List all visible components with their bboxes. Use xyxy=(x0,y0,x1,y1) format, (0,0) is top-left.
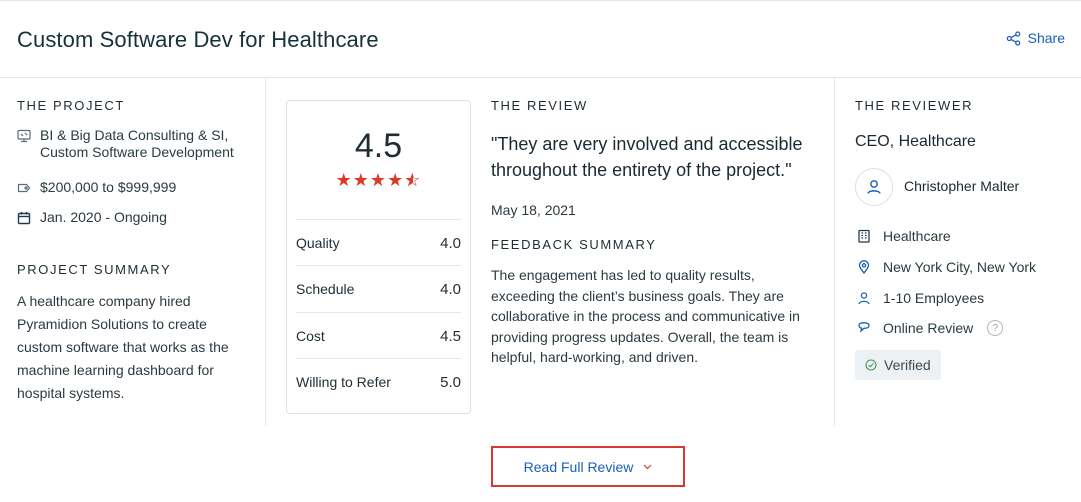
project-services: BI & Big Data Consulting & SI, Custom So… xyxy=(17,127,252,161)
rating-divider xyxy=(296,265,461,266)
project-budget-text: $200,000 to $999,999 xyxy=(40,179,177,195)
review-quote: "They are very involved and accessible t… xyxy=(491,134,803,180)
star-icon: ★ xyxy=(387,170,405,190)
rating-label: Quality xyxy=(296,235,340,251)
verified-label: Verified xyxy=(884,357,931,373)
column-divider xyxy=(834,78,835,426)
rating-value: 4.0 xyxy=(440,235,461,252)
half-star-icon: ☆★ xyxy=(404,170,422,190)
reviewer-column: THE REVIEWER CEO, Healthcare Christopher… xyxy=(855,98,1075,380)
review-header: Custom Software Dev for Healthcare Share xyxy=(0,1,1081,78)
rating-divider xyxy=(296,358,461,359)
project-summary-text: A healthcare company hired Pyramidion So… xyxy=(17,293,229,401)
read-full-review-button[interactable]: Read Full Review xyxy=(491,446,685,487)
reviewer-name: Christopher Malter xyxy=(904,178,1020,194)
reviewer-review-type-text: Online Review xyxy=(883,320,974,336)
review-date: May 18, 2021 xyxy=(491,202,576,218)
reviewer-review-type: Online Review ? xyxy=(857,320,1004,336)
star-icon: ★ xyxy=(352,170,370,190)
rating-label: Schedule xyxy=(296,281,355,297)
share-label: Share xyxy=(1027,30,1065,46)
building-icon xyxy=(858,229,870,243)
project-column: THE PROJECT BI & Big Data Consulting & S… xyxy=(17,98,252,401)
rating-row-schedule: Schedule 4.0 xyxy=(296,281,461,298)
rating-label: Willing to Refer xyxy=(296,374,391,390)
help-icon[interactable]: ? xyxy=(987,320,1004,336)
star-icon: ★ xyxy=(335,170,353,190)
rating-box: 4.5 ★★★★☆★ Quality 4.0 Schedule 4.0 Cost… xyxy=(286,100,471,414)
chevron-down-icon xyxy=(643,464,652,469)
chat-bubble-icon xyxy=(858,322,870,333)
reviewer-employees-text: 1-10 Employees xyxy=(883,290,985,306)
review-section-label: THE REVIEW xyxy=(491,98,588,113)
project-timeline: Jan. 2020 - Ongoing xyxy=(17,209,167,226)
feedback-summary-text: The engagement has led to quality result… xyxy=(491,267,800,365)
rating-row-willing-to-refer: Willing to Refer 5.0 xyxy=(296,374,461,391)
reviewer-industry: Healthcare xyxy=(857,228,951,244)
project-services-text: BI & Big Data Consulting & SI, Custom So… xyxy=(40,127,234,160)
project-summary-label: PROJECT SUMMARY xyxy=(17,262,172,277)
share-button[interactable]: Share xyxy=(1006,30,1065,46)
review-column: THE REVIEW "They are very involved and a… xyxy=(491,98,816,365)
reviewer-employees: 1-10 Employees xyxy=(857,290,984,306)
reviewer-location-text: New York City, New York xyxy=(883,259,1037,275)
avatar xyxy=(855,168,893,206)
rating-divider xyxy=(296,219,461,220)
tag-icon xyxy=(17,183,31,193)
calendar-icon xyxy=(17,212,31,225)
read-full-review-label: Read Full Review xyxy=(523,458,634,475)
rating-value: 4.5 xyxy=(440,328,461,345)
project-section-label: THE PROJECT xyxy=(17,98,125,113)
reviewer-industry-text: Healthcare xyxy=(883,228,951,244)
rating-label: Cost xyxy=(296,328,325,344)
rating-value: 5.0 xyxy=(440,374,461,391)
review-title: Custom Software Dev for Healthcare xyxy=(17,27,379,52)
location-pin-icon xyxy=(858,260,870,274)
project-timeline-text: Jan. 2020 - Ongoing xyxy=(40,209,167,225)
share-icon xyxy=(1006,30,1020,46)
feedback-summary-label: FEEDBACK SUMMARY xyxy=(491,237,657,252)
star-icon: ★ xyxy=(369,170,388,190)
reviewer-location: New York City, New York xyxy=(857,259,1036,275)
check-circle-icon xyxy=(865,359,877,371)
verified-badge: Verified xyxy=(855,350,941,380)
overall-rating: 4.5 xyxy=(354,127,403,165)
project-budget: $200,000 to $999,999 xyxy=(17,179,176,196)
user-avatar-icon xyxy=(867,180,881,194)
user-icon xyxy=(858,292,870,305)
rating-divider xyxy=(296,312,461,313)
monitor-icon xyxy=(17,129,31,143)
rating-row-cost: Cost 4.5 xyxy=(296,328,461,345)
reviewer-role: CEO, Healthcare xyxy=(855,133,976,150)
rating-value: 4.0 xyxy=(440,281,461,298)
review-card: Custom Software Dev for Healthcare Share… xyxy=(0,0,1081,502)
reviewer-section-label: THE REVIEWER xyxy=(855,98,974,113)
star-rating: ★★★★☆★ xyxy=(287,170,470,191)
rating-row-quality: Quality 4.0 xyxy=(296,235,461,252)
column-divider xyxy=(265,78,266,426)
